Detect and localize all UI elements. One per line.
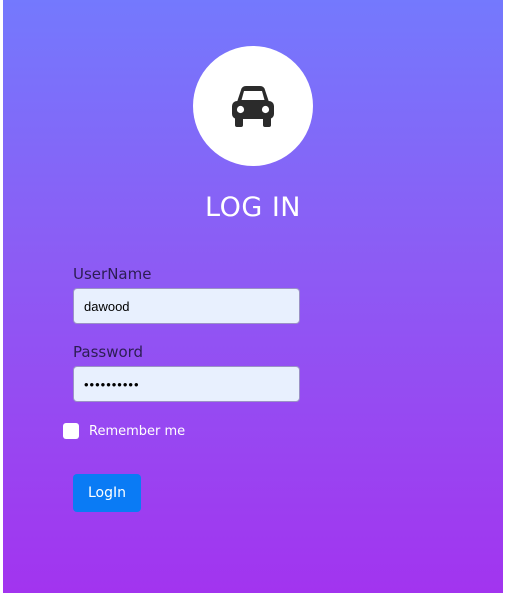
login-panel: LOG IN UserName Password Remember me Log… bbox=[3, 0, 503, 593]
username-label: UserName bbox=[73, 265, 152, 283]
car-icon bbox=[232, 86, 274, 127]
password-input[interactable] bbox=[73, 366, 300, 402]
page-title: LOG IN bbox=[205, 192, 301, 223]
login-button[interactable]: LogIn bbox=[73, 474, 141, 512]
username-input[interactable] bbox=[73, 288, 300, 324]
remember-me-label: Remember me bbox=[89, 424, 186, 439]
remember-me-checkbox[interactable] bbox=[63, 423, 79, 439]
avatar-circle bbox=[193, 46, 313, 166]
password-label: Password bbox=[73, 343, 144, 361]
